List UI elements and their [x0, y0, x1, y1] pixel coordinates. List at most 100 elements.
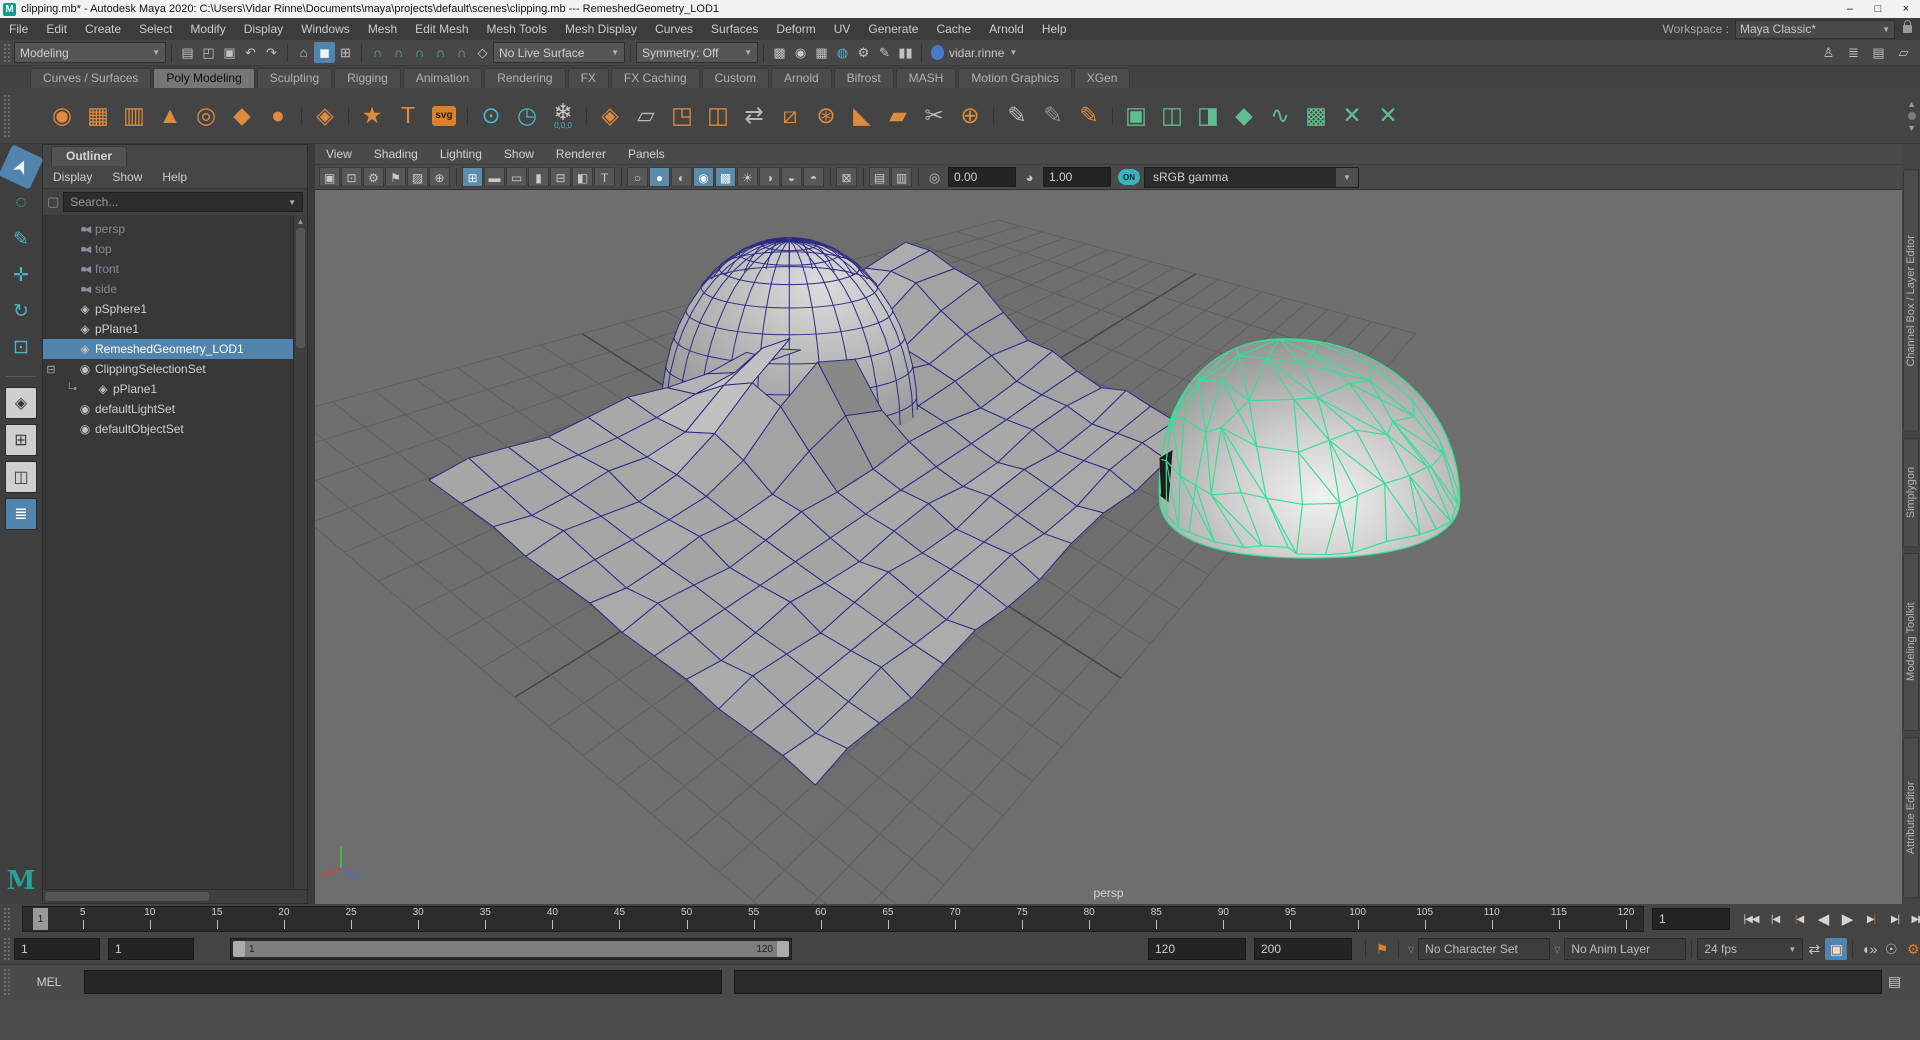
- scroll-up-icon[interactable]: ▲: [1907, 99, 1916, 109]
- chevron-down-icon[interactable]: ▽: [1554, 945, 1560, 954]
- select-object-icon[interactable]: ◼: [314, 42, 335, 63]
- extract-icon[interactable]: ◳: [664, 96, 700, 136]
- scroll-up-icon[interactable]: ▲: [297, 215, 305, 228]
- current-time-marker[interactable]: 1: [33, 908, 48, 930]
- outliner-horizontal-scrollbar[interactable]: [43, 889, 307, 903]
- flat-shade-icon[interactable]: ◐: [671, 167, 692, 187]
- viewport-menu-show[interactable]: Show: [493, 147, 545, 161]
- menu-surfaces[interactable]: Surfaces: [702, 18, 767, 40]
- bridge-icon[interactable]: ◫: [1154, 96, 1190, 136]
- outliner-item-front[interactable]: ■◀front: [43, 259, 307, 279]
- step-forward-key-button[interactable]: ▶|: [1860, 908, 1882, 930]
- channel-box-icon[interactable]: ≣: [1843, 42, 1864, 63]
- close-button[interactable]: ×: [1892, 0, 1920, 18]
- poly-torus-icon[interactable]: ◎: [188, 96, 224, 136]
- menu-mesh-display[interactable]: Mesh Display: [556, 18, 646, 40]
- shelf-tab-custom[interactable]: Custom: [702, 68, 769, 88]
- drag-grip[interactable]: [3, 94, 11, 138]
- go-to-start-button[interactable]: |◀◀: [1740, 908, 1762, 930]
- outliner-menu-show[interactable]: Show: [102, 170, 152, 184]
- menu-arnold[interactable]: Arnold: [980, 18, 1033, 40]
- animation-start-field[interactable]: 1: [14, 938, 100, 960]
- character-set-dropdown[interactable]: No Character Set: [1418, 938, 1550, 960]
- two-pane-layout[interactable]: ◫: [5, 461, 37, 493]
- outliner-persp-layout[interactable]: ≣: [5, 498, 37, 530]
- menu-deform[interactable]: Deform: [767, 18, 824, 40]
- use-all-lights-icon[interactable]: ☀: [737, 167, 758, 187]
- chevron-down-icon[interactable]: ▽: [1408, 945, 1414, 954]
- outliner-vertical-scrollbar[interactable]: ▲: [293, 215, 307, 889]
- minimize-button[interactable]: –: [1836, 0, 1864, 18]
- poly-cube-icon[interactable]: ▦: [80, 96, 116, 136]
- poly-cylinder-icon[interactable]: ▥: [116, 96, 152, 136]
- menu-display[interactable]: Display: [235, 18, 292, 40]
- snap-projected-center-icon[interactable]: ∩: [430, 42, 451, 63]
- snap-to-curve-icon[interactable]: ∩: [388, 42, 409, 63]
- side-tab-channel-box-layer-editor[interactable]: Channel Box / Layer Editor: [1903, 170, 1919, 432]
- open-scene-icon[interactable]: ◰: [198, 42, 219, 63]
- exposure-icon[interactable]: ◎: [924, 167, 945, 188]
- target-weld-icon[interactable]: ⊕: [952, 96, 988, 136]
- shadows-icon[interactable]: ◑: [759, 167, 780, 187]
- search-input[interactable]: Search... ▼: [63, 192, 303, 212]
- command-language-button[interactable]: MEL: [14, 971, 84, 993]
- camera-attributes-icon[interactable]: ⚙: [363, 167, 384, 187]
- wireframe-on-shaded-icon[interactable]: ◉: [693, 167, 714, 187]
- step-back-key-button[interactable]: |◀: [1788, 908, 1810, 930]
- menu-set-dropdown[interactable]: Modeling ▼: [14, 42, 166, 63]
- outliner-tab[interactable]: Outliner: [51, 146, 127, 166]
- viewport-menu-panels[interactable]: Panels: [617, 147, 676, 161]
- shelf-tab-rigging[interactable]: Rigging: [334, 68, 401, 88]
- platonic-solid-icon[interactable]: ◈: [307, 96, 343, 136]
- menu-create[interactable]: Create: [76, 18, 130, 40]
- menu-edit[interactable]: Edit: [37, 18, 76, 40]
- drag-grip[interactable]: [3, 968, 11, 994]
- timeline-strip[interactable]: 1 51015202530354045505560657075808590951…: [22, 906, 1644, 932]
- snap-view-plane-icon[interactable]: ∩: [451, 42, 472, 63]
- menu-mesh[interactable]: Mesh: [359, 18, 406, 40]
- user-account-menu[interactable]: vidar.rinne▼: [931, 45, 1017, 60]
- lasso-tool[interactable]: ◌: [4, 186, 38, 220]
- script-editor-icon[interactable]: ▤: [1888, 973, 1901, 990]
- select-hierarchy-icon[interactable]: ⌂: [293, 42, 314, 63]
- shelf-tab-animation[interactable]: Animation: [403, 68, 482, 88]
- menu-curves[interactable]: Curves: [646, 18, 702, 40]
- outliner-item-clippingselectionset[interactable]: ⊟◉ClippingSelectionSet: [43, 359, 307, 379]
- circularize-icon[interactable]: ⊛: [808, 96, 844, 136]
- attribute-editor-icon[interactable]: ▤: [1868, 42, 1889, 63]
- scroll-down-icon[interactable]: ▼: [1907, 123, 1916, 133]
- field-chart-icon[interactable]: ⊟: [550, 167, 571, 187]
- viewport-menu-lighting[interactable]: Lighting: [429, 147, 493, 161]
- contrast-icon[interactable]: ◕: [1019, 167, 1040, 188]
- safe-title-icon[interactable]: T: [594, 167, 615, 187]
- scrollbar-handle[interactable]: [296, 228, 305, 348]
- step-forward-frame-button[interactable]: ▶|: [1884, 908, 1906, 930]
- select-camera-icon[interactable]: ▣: [319, 167, 340, 187]
- outliner-menu-help[interactable]: Help: [152, 170, 197, 184]
- outliner-menu-display[interactable]: Display: [43, 170, 102, 184]
- safe-action-icon[interactable]: ◧: [572, 167, 593, 187]
- filter-icon[interactable]: ▢: [47, 194, 59, 210]
- screen-space-ao-icon[interactable]: ◒: [781, 167, 802, 187]
- go-to-end-button[interactable]: ▶▶|: [1908, 908, 1920, 930]
- menu-select[interactable]: Select: [130, 18, 181, 40]
- viewport-menu-view[interactable]: View: [315, 147, 363, 161]
- evaluation-mode-icon[interactable]: ☉: [1880, 938, 1902, 960]
- four-pane-layout[interactable]: ⊞: [5, 424, 37, 456]
- separate-icon[interactable]: ▱: [628, 96, 664, 136]
- shelf-tab-poly-modeling[interactable]: Poly Modeling: [153, 68, 254, 88]
- drag-grip[interactable]: [3, 907, 11, 931]
- gamma-field[interactable]: 1.00: [1043, 167, 1111, 187]
- outliner-item-persp[interactable]: ■◀persp: [43, 219, 307, 239]
- snap-to-grid-icon[interactable]: ∩: [367, 42, 388, 63]
- play-forwards-button[interactable]: ▶: [1836, 908, 1858, 930]
- motion-blur-icon[interactable]: ◓: [803, 167, 824, 187]
- menu-generate[interactable]: Generate: [859, 18, 927, 40]
- isolate-select-icon[interactable]: ⊠: [836, 167, 857, 187]
- menu-cache[interactable]: Cache: [927, 18, 980, 40]
- drag-grip[interactable]: [3, 43, 11, 63]
- image-plane-icon[interactable]: ▨: [407, 167, 428, 187]
- render-frame-icon[interactable]: ▩: [769, 42, 790, 63]
- exposure-field[interactable]: 0.00: [948, 167, 1016, 187]
- drag-grip[interactable]: [3, 937, 11, 961]
